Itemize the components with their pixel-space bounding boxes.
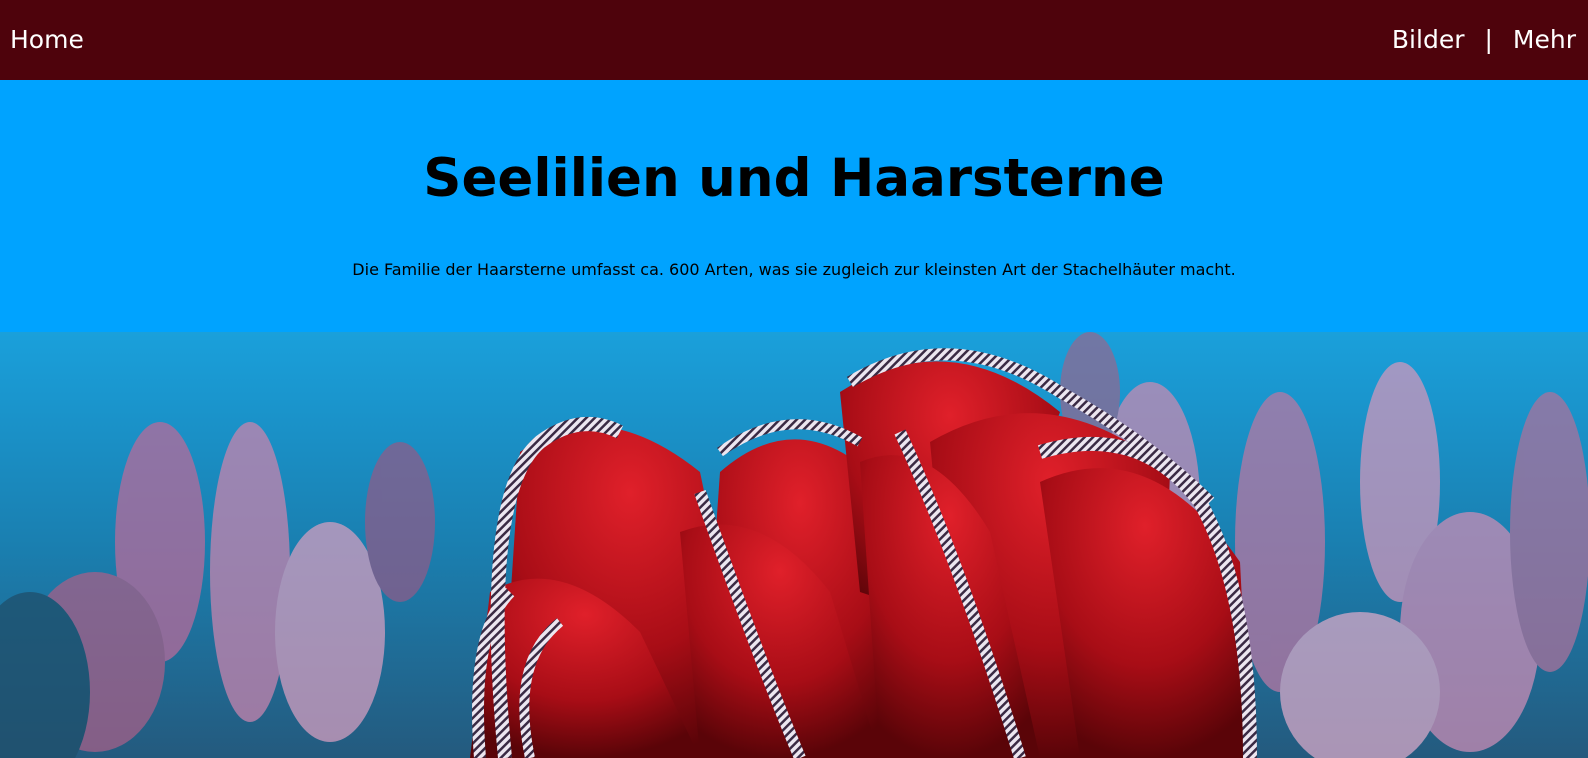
top-navigation: Home Bilder | Mehr bbox=[0, 0, 1588, 80]
nav-images-link[interactable]: Bilder bbox=[1392, 22, 1465, 58]
page-subtitle: Die Familie der Haarsterne umfasst ca. 6… bbox=[352, 260, 1236, 279]
page: Home Bilder | Mehr Seelilien und Haarste… bbox=[0, 0, 1588, 758]
hero-section: Seelilien und Haarsterne Die Familie der… bbox=[0, 80, 1588, 332]
nav-right-links: Bilder | Mehr bbox=[1392, 22, 1576, 58]
page-title: Seelilien und Haarsterne bbox=[423, 148, 1165, 209]
nav-more-link[interactable]: Mehr bbox=[1513, 22, 1576, 58]
feather-star-photo bbox=[0, 332, 1588, 758]
photo-illustration bbox=[0, 332, 1588, 758]
nav-separator: | bbox=[1484, 25, 1493, 54]
nav-home-link[interactable]: Home bbox=[10, 22, 84, 58]
